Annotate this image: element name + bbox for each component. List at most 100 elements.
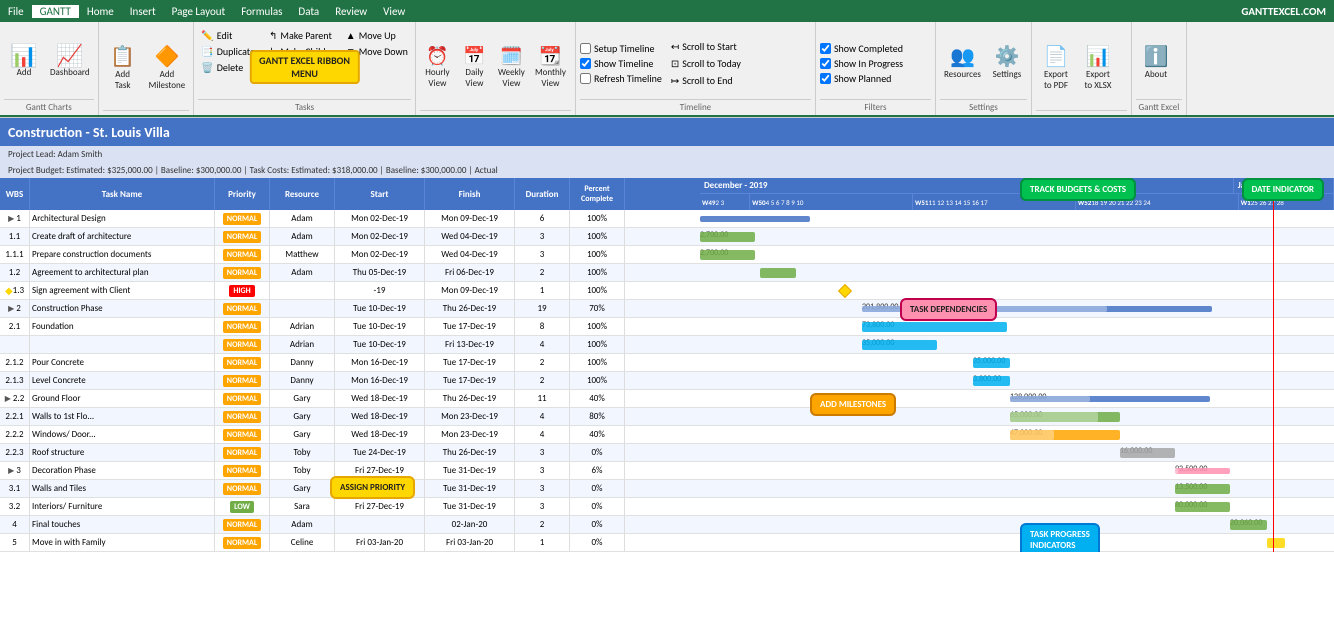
td-wbs: 4 bbox=[0, 516, 30, 533]
gantt-bar[interactable] bbox=[700, 250, 755, 260]
dashboard-button[interactable]: 📈 Dashboard bbox=[46, 43, 94, 80]
task-row[interactable]: 2.1.2 Pour Concrete NORMAL Danny Mon 16-… bbox=[0, 354, 700, 372]
task-row[interactable]: ◆ 1.3 Sign agreement with Client HIGH -1… bbox=[0, 282, 700, 300]
menu-review[interactable]: Review bbox=[327, 5, 375, 18]
expand-arrow[interactable]: ▶ bbox=[5, 394, 11, 404]
task-row[interactable]: 2.2.1 Walls to 1st Flo... NORMAL Gary We… bbox=[0, 408, 700, 426]
task-row[interactable]: 3.2 Interiors/ Furniture LOW Sara Fri 27… bbox=[0, 498, 700, 516]
td-priority: NORMAL bbox=[215, 372, 270, 389]
menu-view[interactable]: View bbox=[375, 5, 413, 18]
gantt-bar[interactable] bbox=[760, 268, 796, 278]
show-in-progress-check[interactable]: Show In Progress bbox=[820, 57, 931, 70]
add-button[interactable]: 📊 Add bbox=[4, 43, 44, 80]
task-row[interactable]: 5 Move in with Family NORMAL Celine Fri … bbox=[0, 534, 700, 552]
task-row[interactable]: 1.2 Agreement to architectural plan NORM… bbox=[0, 264, 700, 282]
expand-arrow[interactable]: ▶ bbox=[8, 304, 14, 314]
export-pdf-button[interactable]: 📄 Exportto PDF bbox=[1036, 42, 1076, 93]
refresh-timeline-input[interactable] bbox=[580, 73, 591, 84]
table-gantt: WBS Task Name Priority Resource Start Fi… bbox=[0, 178, 1334, 552]
td-name: Final touches bbox=[30, 516, 215, 533]
show-planned-input[interactable] bbox=[820, 73, 831, 84]
setup-timeline-input[interactable] bbox=[580, 43, 591, 54]
task-row[interactable]: ▶ 1 Architectural Design NORMAL Adam Mon… bbox=[0, 210, 700, 228]
milestone-icon: ◆ bbox=[5, 284, 13, 297]
gantt-bar-row bbox=[700, 282, 1334, 300]
task-row[interactable]: 1.1 Create draft of architecture NORMAL … bbox=[0, 228, 700, 246]
task-row[interactable]: NORMAL Adrian Tue 10-Dec-19 Fri 13-Dec-1… bbox=[0, 336, 700, 354]
td-duration: 11 bbox=[515, 390, 570, 407]
task-row[interactable]: 2.2.3 Roof structure NORMAL Toby Tue 24-… bbox=[0, 444, 700, 462]
menu-insert[interactable]: Insert bbox=[122, 5, 164, 18]
export-xlsx-button[interactable]: 📊 Exportto XLSX bbox=[1078, 42, 1118, 93]
refresh-timeline-check[interactable]: Refresh Timeline bbox=[580, 72, 662, 85]
gantt-bar[interactable] bbox=[1230, 520, 1267, 530]
wbs-value: 1.1 bbox=[9, 231, 20, 242]
hourly-view-button[interactable]: ⏰ HourlyView bbox=[420, 43, 455, 91]
resources-button[interactable]: 👥 Resources bbox=[940, 42, 985, 82]
td-duration: 2 bbox=[515, 372, 570, 389]
task-row[interactable]: 2.1 Foundation NORMAL Adrian Tue 10-Dec-… bbox=[0, 318, 700, 336]
gantt-bar[interactable] bbox=[1120, 448, 1175, 458]
setup-timeline-check[interactable]: Setup Timeline bbox=[580, 42, 662, 55]
gantt-bar[interactable] bbox=[973, 358, 1010, 368]
priority-badge: NORMAL bbox=[223, 213, 261, 225]
expand-arrow[interactable]: ▶ bbox=[8, 214, 14, 224]
gantt-bar[interactable] bbox=[1175, 468, 1230, 474]
gantt-progress-bar bbox=[1010, 430, 1054, 440]
settings-label: Settings bbox=[993, 69, 1022, 80]
td-resource: Danny bbox=[270, 354, 335, 371]
monthly-label: MonthlyView bbox=[535, 67, 566, 89]
daily-view-button[interactable]: 📅 DailyView bbox=[457, 43, 492, 91]
gantt-bar[interactable] bbox=[973, 376, 1010, 386]
settings-button[interactable]: ⚙️ Settings bbox=[987, 42, 1027, 82]
td-finish: Wed 04-Dec-19 bbox=[425, 246, 515, 263]
menu-gantt[interactable]: GANTT bbox=[32, 5, 79, 18]
task-row[interactable]: 4 Final touches NORMAL Adam 02-Jan-20 2 … bbox=[0, 516, 700, 534]
td-priority: NORMAL bbox=[215, 354, 270, 371]
gantt-bar[interactable] bbox=[862, 340, 937, 350]
task-row[interactable]: 2.2.2 Windows/ Door... NORMAL Gary Wed 1… bbox=[0, 426, 700, 444]
gantt-bar[interactable] bbox=[862, 322, 1007, 332]
task-row[interactable]: ▶ 2 Construction Phase NORMAL Tue 10-Dec… bbox=[0, 300, 700, 318]
show-in-progress-input[interactable] bbox=[820, 58, 831, 69]
show-timeline-check[interactable]: Show Timeline bbox=[580, 57, 662, 70]
scroll-start-button[interactable]: ↤ Scroll to Start bbox=[668, 39, 744, 54]
task-row[interactable]: 1.1.1 Prepare construction documents NOR… bbox=[0, 246, 700, 264]
add-milestone-label: AddMilestone bbox=[149, 69, 186, 91]
menu-formulas[interactable]: Formulas bbox=[233, 5, 290, 18]
add-task-button[interactable]: 📋 AddTask bbox=[103, 42, 143, 93]
task-row[interactable]: ▶ 2.2 Ground Floor NORMAL Gary Wed 18-De… bbox=[0, 390, 700, 408]
expand-arrow[interactable]: ▶ bbox=[8, 466, 14, 476]
gantt-bar[interactable] bbox=[1175, 484, 1230, 494]
td-start: Tue 10-Dec-19 bbox=[335, 300, 425, 317]
menu-page-layout[interactable]: Page Layout bbox=[164, 5, 234, 18]
monthly-view-button[interactable]: 📆 MonthlyView bbox=[531, 43, 570, 91]
project-subtitle: Project Lead: Adam Smith bbox=[0, 146, 1334, 162]
menu-file[interactable]: File bbox=[0, 5, 32, 18]
scroll-today-button[interactable]: ⊡ Scroll to Today bbox=[668, 56, 744, 71]
gantt-bar[interactable] bbox=[1175, 502, 1230, 512]
move-up-button[interactable]: ▲ Move Up bbox=[343, 28, 411, 43]
td-wbs: 3.2 bbox=[0, 498, 30, 515]
show-timeline-input[interactable] bbox=[580, 58, 591, 69]
show-planned-check[interactable]: Show Planned bbox=[820, 72, 931, 85]
menu-home[interactable]: Home bbox=[79, 5, 122, 18]
about-button[interactable]: ℹ️ About bbox=[1136, 42, 1176, 82]
show-completed-input[interactable] bbox=[820, 43, 831, 54]
add-milestone-button[interactable]: 🔶 AddMilestone bbox=[145, 42, 190, 93]
gantt-bar-row: 2,700.00 bbox=[700, 246, 1334, 264]
menu-data[interactable]: Data bbox=[290, 5, 327, 18]
gantt-bar[interactable] bbox=[700, 232, 755, 242]
gantt-bar[interactable] bbox=[1267, 538, 1285, 548]
weekly-view-button[interactable]: 🗓️ WeeklyView bbox=[494, 43, 529, 91]
gantt-bar[interactable] bbox=[700, 216, 810, 222]
td-percent: 80% bbox=[570, 408, 625, 425]
scroll-end-button[interactable]: ↦ Scroll to End bbox=[668, 73, 744, 88]
edit-button[interactable]: ✏️ Edit bbox=[198, 28, 258, 43]
td-name: Ground Floor bbox=[30, 390, 215, 407]
make-parent-button[interactable]: ↰ Make Parent bbox=[266, 28, 335, 43]
task-row[interactable]: 2.1.3 Level Concrete NORMAL Danny Mon 16… bbox=[0, 372, 700, 390]
show-completed-check[interactable]: Show Completed bbox=[820, 42, 931, 55]
about-label: About bbox=[1145, 69, 1167, 80]
gantt-bar-row: 80,000.00 bbox=[700, 498, 1334, 516]
